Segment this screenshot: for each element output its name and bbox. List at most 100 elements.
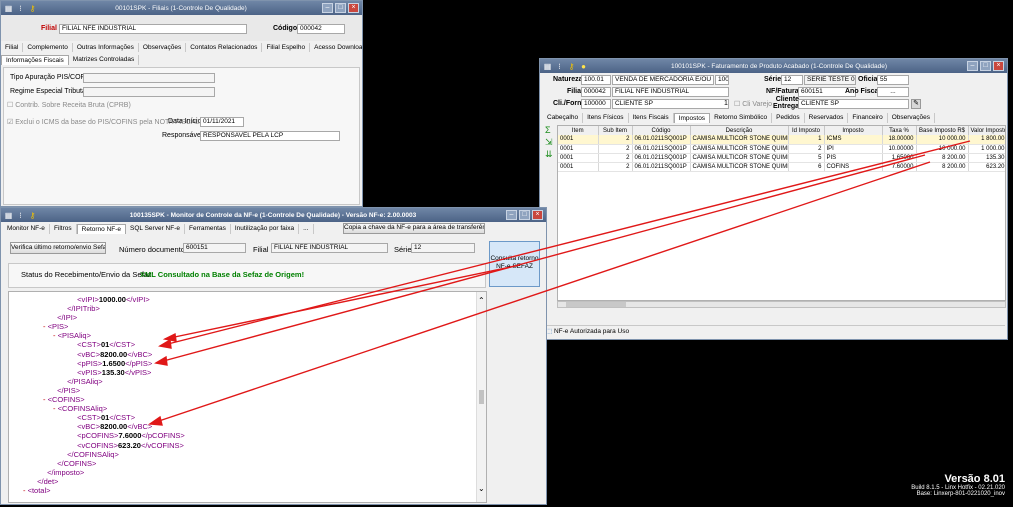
filiais-tab-3[interactable]: Observações [139, 43, 187, 52]
responsavel-select[interactable]: RESPONSAVEL PELA LCP [200, 131, 340, 141]
serie-field[interactable]: 12 [781, 75, 803, 85]
filiais-fiscal-tab-1[interactable]: Matrizes Controladas [69, 55, 140, 65]
status-bar: ⬚ NF-e Autorizada para Uso [542, 325, 1005, 337]
xml-line: - <PISAliq> [53, 331, 91, 341]
cli-varejo-checkbox[interactable]: ☐ Cli Varejo [734, 100, 772, 108]
minimize-button[interactable]: – [322, 3, 333, 13]
table-row[interactable]: 0001 2 06.01.0211SQ001P CAMISA MULTICOR STO… [558, 162, 1005, 172]
faturamento-tab-0[interactable]: Cabeçalho [543, 113, 584, 123]
table-cell: CAMISA MULTICOR STONE QUIMICO P [690, 144, 789, 154]
column-header[interactable]: Taxa % [882, 126, 917, 135]
natureza-code-field[interactable]: 100.01 [581, 75, 611, 85]
table-cell: 8 200.00 [916, 153, 969, 163]
cli-desc-field[interactable]: CLIENTE SP [612, 99, 729, 109]
faturamento-tab-8[interactable]: Observações [888, 113, 936, 123]
menu-icon[interactable]: ⁝ [555, 62, 564, 71]
codigo-field[interactable]: 000042 [297, 24, 345, 34]
filiais-tab-2[interactable]: Outras Informações [73, 43, 139, 52]
faturamento-title: 100101SPK - Faturamento de Produto Acaba… [670, 62, 888, 70]
key-icon[interactable]: ⚷ [28, 4, 37, 13]
column-header[interactable]: Item [558, 126, 599, 135]
filiais-tab-6[interactable]: Acesso Download XML [310, 43, 362, 52]
column-header[interactable]: Imposto [824, 126, 883, 135]
regime-select[interactable] [83, 87, 215, 97]
maximize-button[interactable]: □ [519, 210, 530, 220]
cliente-entrega-field[interactable]: CLIENTE SP [798, 99, 909, 109]
monitor-tab-6[interactable]: ... [299, 224, 314, 234]
table-row[interactable]: 0001 2 06.01.0211SQ001P CAMISA MULTICOR STO… [558, 135, 1005, 145]
filiais-tab-1[interactable]: Complemento [23, 43, 73, 52]
maximize-button[interactable]: □ [335, 3, 346, 13]
minimize-button[interactable]: – [506, 210, 517, 220]
filiais-fiscal-tab-0[interactable]: Informações Fiscais [1, 55, 69, 65]
natureza-desc-field[interactable]: VENDA DE MERCADORIA E/OU SERVI [612, 75, 714, 85]
faturamento-tab-3[interactable]: Impostos [673, 113, 711, 123]
maximize-button[interactable]: □ [980, 61, 991, 71]
close-button[interactable]: × [993, 61, 1004, 71]
data-inicio-field[interactable]: 01/11/2021 [200, 117, 244, 127]
doc-number-label: Número documento [119, 245, 185, 254]
close-button[interactable]: × [532, 210, 543, 220]
filiais-tab-4[interactable]: Contatos Relacionados [186, 43, 263, 52]
oficial-field[interactable]: 55 [877, 75, 909, 85]
sum-icon[interactable]: Σ [545, 125, 551, 135]
column-header[interactable]: Valor Imposto R [968, 126, 1005, 135]
filial-field[interactable]: FILIAL NFE INDUSTRIAL [59, 24, 247, 34]
faturamento-tab-4[interactable]: Retorno Simbólico [710, 113, 773, 123]
copy-key-button[interactable]: Copia a chave da NF-e para a área de tra… [343, 223, 485, 234]
menu-icon[interactable]: ⁝ [16, 211, 25, 220]
verify-return-button[interactable]: Verifica último retorno/envio Sefaz [10, 242, 106, 254]
column-header[interactable]: Base Imposto R$ [916, 126, 969, 135]
bulb-icon[interactable]: ● [579, 62, 588, 71]
xml-line: <vCOFINS>623.20</vCOFINS> [77, 440, 184, 450]
export-icon[interactable]: ⇲ [545, 137, 553, 148]
faturamento-tab-6[interactable]: Reservados [805, 113, 849, 123]
minimize-button[interactable]: – [967, 61, 978, 71]
contrib-checkbox[interactable]: ☐ Contrib. Sobre Receita Bruta (CPRB) [7, 101, 131, 109]
codigo-label: Código [273, 25, 298, 32]
grid-hscrollbar[interactable] [557, 301, 1006, 308]
download-icon[interactable]: ⇊ [545, 149, 553, 160]
ano-fiscal-field[interactable]: ... [877, 87, 909, 97]
monitor-tab-1[interactable]: Filtros [50, 224, 77, 234]
impostos-grid[interactable]: Item Sub Item Código Descrição Id Imposto Imp… [557, 125, 1006, 301]
faturamento-tab-5[interactable]: Pedidos [772, 113, 805, 123]
consulta-sefaz-button[interactable]: Consulta retorno NF-e SEFAZ [489, 241, 540, 287]
filial-desc-field[interactable]: FILIAL NFE INDUSTRIAL [612, 87, 729, 97]
version-footer: Versão 8.01 Build 8.1.5 - Linx Hotfix - … [911, 473, 1005, 497]
close-button[interactable]: × [348, 3, 359, 13]
table-cell: 1 000.00 [968, 144, 1005, 154]
column-header[interactable]: Sub Item [598, 126, 633, 135]
faturamento-tab-7[interactable]: Financeiro [848, 113, 888, 123]
table-cell: 0001 [558, 144, 599, 154]
xml-viewer[interactable]: <vIPI>1000.00</vIPI> </IPITrib> </IPI> - … [8, 291, 487, 503]
column-header[interactable]: Descrição [690, 126, 789, 135]
faturamento-tab-1[interactable]: Itens Físicos [583, 113, 629, 123]
filiais-tab-5[interactable]: Filial Espelho [262, 43, 311, 52]
monitor-tab-5[interactable]: Inutilização por faixa [231, 224, 300, 234]
monitor-tab-4[interactable]: Ferramentas [185, 224, 231, 234]
filial-code-field[interactable]: 000042 [581, 87, 611, 97]
table-row[interactable]: 0001 2 06.01.0211SQ001P CAMISA MULTICOR STO… [558, 153, 1005, 163]
column-header[interactable]: Código [632, 126, 691, 135]
monitor-tab-2[interactable]: Retorno NF-e [76, 224, 127, 234]
nf-fatura-label: NF/Fatura [766, 88, 799, 95]
column-header[interactable]: Id Imposto [788, 126, 825, 135]
xml-line: <vBC>8200.00</vBC> [77, 422, 153, 432]
cli-code-field[interactable]: 100000 [581, 99, 611, 109]
table-row[interactable]: 0001 2 06.01.0211SQ001P CAMISA MULTICOR STO… [558, 144, 1005, 154]
natureza-num-field[interactable]: 100 [715, 75, 729, 85]
key-icon[interactable]: ⚷ [28, 211, 37, 220]
key-icon[interactable]: ⚷ [567, 62, 576, 71]
filial-label: Filial [41, 25, 57, 32]
filiais-tab-0[interactable]: Filial [1, 43, 24, 52]
xml-vscrollbar[interactable]: ⌃ ⌄ [476, 292, 486, 502]
filiais-title: 00101SPK - Filiais (1-Controle De Qualid… [115, 4, 247, 12]
faturamento-tab-2[interactable]: Itens Fiscais [629, 113, 674, 123]
xml-line: - <total> [23, 485, 51, 495]
tipo-apuracao-select[interactable] [83, 73, 215, 83]
menu-icon[interactable]: ⁝ [16, 4, 25, 13]
edit-icon[interactable]: ✎ [911, 99, 921, 109]
monitor-tab-0[interactable]: Monitor NF-e [3, 224, 50, 234]
monitor-tab-3[interactable]: SQL Server NF-e [126, 224, 185, 234]
